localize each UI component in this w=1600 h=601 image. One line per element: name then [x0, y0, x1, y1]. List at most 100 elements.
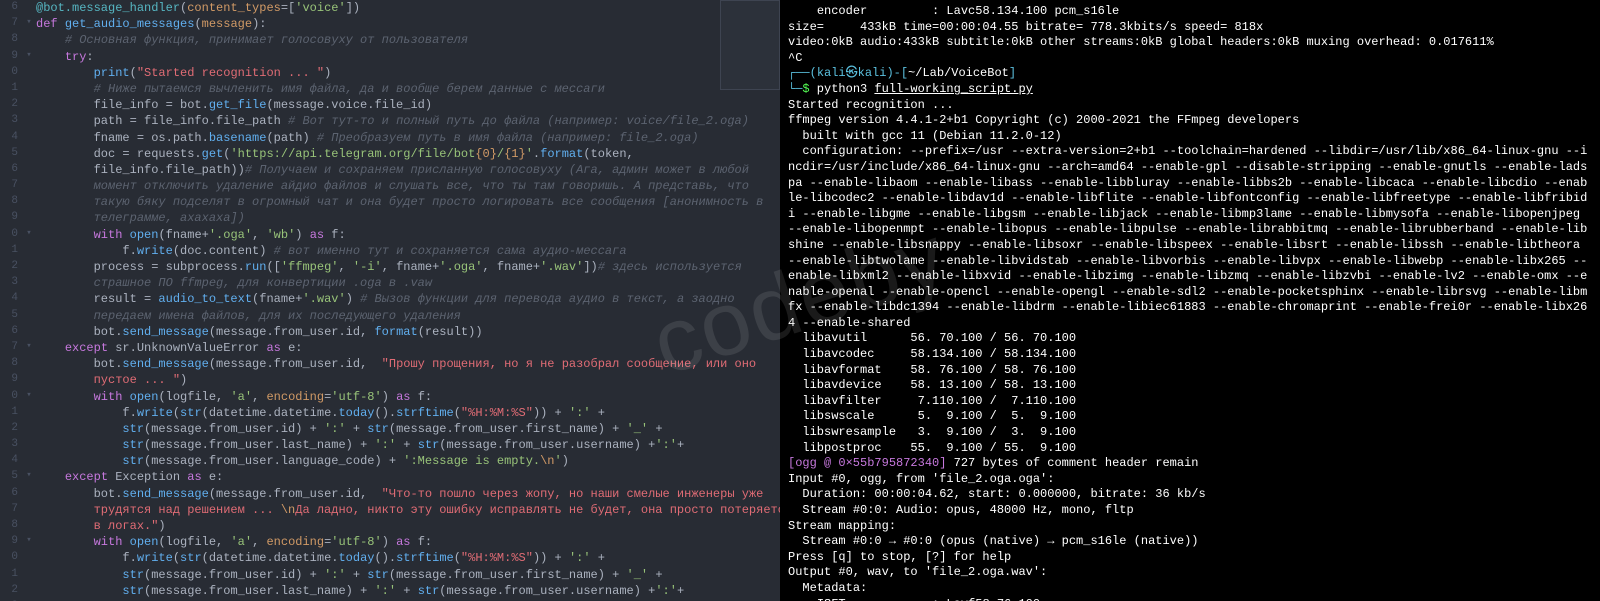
- code-line[interactable]: with open(logfile, 'a', encoding='utf-8'…: [36, 389, 780, 405]
- fold-arrow-icon[interactable]: [22, 518, 36, 534]
- code-line[interactable]: f.write(doc.content) # вот именно тут и …: [36, 243, 780, 259]
- fold-arrow-icon[interactable]: ▾: [22, 469, 36, 485]
- fold-arrow-icon[interactable]: [22, 502, 36, 518]
- fold-arrow-icon[interactable]: [22, 437, 36, 453]
- fold-arrow-icon[interactable]: [22, 130, 36, 146]
- code-line[interactable]: fname = os.path.basename(path) # Преобра…: [36, 130, 780, 146]
- line-number: 4: [0, 453, 18, 469]
- code-line[interactable]: # Ниже пытаемся вычленить имя файла, да …: [36, 81, 780, 97]
- line-number: 4: [0, 291, 18, 307]
- line-number: 6: [0, 162, 18, 178]
- fold-arrow-icon[interactable]: ▾: [22, 340, 36, 356]
- fold-arrow-icon[interactable]: [22, 210, 36, 226]
- line-number: 5: [0, 146, 18, 162]
- code-line[interactable]: print("Started recognition ... "): [36, 65, 780, 81]
- code-line[interactable]: bot.send_message(message.from_user.id, "…: [36, 356, 780, 372]
- code-line[interactable]: with open(logfile, 'a', encoding='utf-8'…: [36, 534, 780, 550]
- code-line[interactable]: страшное ПО ffmpeg, для конвертиции .oga…: [36, 275, 780, 291]
- fold-arrow-icon[interactable]: [22, 194, 36, 210]
- code-line[interactable]: except Exception as e:: [36, 469, 780, 485]
- fold-arrow-icon[interactable]: ▾: [22, 49, 36, 65]
- terminal-line: Stream mapping:: [788, 519, 1592, 535]
- terminal-line: libswscale 5. 9.100 / 5. 9.100: [788, 409, 1592, 425]
- code-line[interactable]: file_info = bot.get_file(message.voice.f…: [36, 97, 780, 113]
- fold-arrow-icon[interactable]: [22, 259, 36, 275]
- fold-arrow-icon[interactable]: [22, 97, 36, 113]
- fold-arrow-icon[interactable]: [22, 243, 36, 259]
- code-line[interactable]: пустое ... "): [36, 372, 780, 388]
- line-number: 3: [0, 113, 18, 129]
- fold-arrow-icon[interactable]: [22, 178, 36, 194]
- code-line[interactable]: # Основная функция, принимает голосовуху…: [36, 32, 780, 48]
- code-editor[interactable]: 6789012345678901234567890123456789012345…: [0, 0, 780, 601]
- code-line[interactable]: такую бяку подселят в огромный чат и она…: [36, 194, 780, 210]
- code-line[interactable]: str(message.from_user.id) + ':' + str(me…: [36, 567, 780, 583]
- fold-arrow-icon[interactable]: [22, 372, 36, 388]
- code-area[interactable]: @bot.message_handler(content_types=['voi…: [36, 0, 780, 601]
- line-number: 1: [0, 243, 18, 259]
- terminal-line: libavformat 58. 76.100 / 58. 76.100: [788, 363, 1592, 379]
- fold-arrow-icon[interactable]: [22, 81, 36, 97]
- fold-arrow-icon[interactable]: [22, 0, 36, 16]
- code-line[interactable]: process = subprocess.run(['ffmpeg', '-i'…: [36, 259, 780, 275]
- code-line[interactable]: трудятся над решением ... \nДа ладно, ни…: [36, 502, 780, 518]
- code-line[interactable]: момент отключить удаление айдио файлов и…: [36, 178, 780, 194]
- fold-arrow-icon[interactable]: [22, 356, 36, 372]
- code-line[interactable]: f.write(str(datetime.datetime.today().st…: [36, 550, 780, 566]
- fold-arrow-icon[interactable]: ▾: [22, 227, 36, 243]
- fold-arrow-icon[interactable]: [22, 291, 36, 307]
- code-line[interactable]: with open(fname+'.oga', 'wb') as f:: [36, 227, 780, 243]
- terminal-line: ffmpeg version 4.4.1-2+b1 Copyright (c) …: [788, 113, 1592, 129]
- fold-arrow-icon[interactable]: [22, 486, 36, 502]
- fold-arrow-icon[interactable]: ▾: [22, 389, 36, 405]
- fold-arrow-icon[interactable]: [22, 567, 36, 583]
- fold-arrow-icon[interactable]: [22, 550, 36, 566]
- code-line[interactable]: телеграмме, ахахаха]): [36, 210, 780, 226]
- code-line[interactable]: bot.send_message(message.from_user.id, f…: [36, 324, 780, 340]
- code-line[interactable]: f.write(str(datetime.datetime.today().st…: [36, 405, 780, 421]
- minimap[interactable]: [720, 0, 780, 90]
- terminal-line: size= 433kB time=00:00:04.55 bitrate= 77…: [788, 20, 1592, 36]
- fold-arrow-icon[interactable]: [22, 65, 36, 81]
- code-line[interactable]: str(message.from_user.last_name) + ':' +…: [36, 437, 780, 453]
- code-line[interactable]: str(message.from_user.id) + ':' + str(me…: [36, 421, 780, 437]
- terminal-line: Duration: 00:00:04.62, start: 0.000000, …: [788, 487, 1592, 503]
- code-line[interactable]: result = audio_to_text(fname+'.wav') # В…: [36, 291, 780, 307]
- fold-arrow-icon[interactable]: [22, 32, 36, 48]
- line-number: 2: [0, 583, 18, 599]
- code-line[interactable]: except sr.UnknownValueError as e:: [36, 340, 780, 356]
- fold-arrow-icon[interactable]: [22, 324, 36, 340]
- fold-arrow-icon[interactable]: [22, 405, 36, 421]
- line-number-gutter: 6789012345678901234567890123456789012345…: [0, 0, 22, 601]
- fold-arrow-icon[interactable]: [22, 146, 36, 162]
- fold-arrow-icon[interactable]: ▾: [22, 534, 36, 550]
- fold-arrow-icon[interactable]: [22, 421, 36, 437]
- code-line[interactable]: @bot.message_handler(content_types=['voi…: [36, 0, 780, 16]
- fold-arrow-icon[interactable]: [22, 583, 36, 599]
- line-number: 8: [0, 32, 18, 48]
- line-number: 9: [0, 534, 18, 550]
- terminal-line: ┌──(kali㉿kali)-[~/Lab/VoiceBot]: [788, 66, 1592, 82]
- code-line[interactable]: str(message.from_user.last_name) + ':' +…: [36, 583, 780, 599]
- code-line[interactable]: def get_audio_messages(message):: [36, 16, 780, 32]
- fold-arrow-icon[interactable]: [22, 275, 36, 291]
- fold-gutter[interactable]: ▾▾▾▾▾▾▾▾: [22, 0, 36, 601]
- line-number: 9: [0, 49, 18, 65]
- fold-arrow-icon[interactable]: ▾: [22, 16, 36, 32]
- code-line[interactable]: path = file_info.file_path # Вот тут-то …: [36, 113, 780, 129]
- fold-arrow-icon[interactable]: [22, 453, 36, 469]
- code-line[interactable]: doc = requests.get('https://api.telegram…: [36, 146, 780, 162]
- code-line[interactable]: в логах."): [36, 518, 780, 534]
- terminal-panel[interactable]: encoder : Lavc58.134.100 pcm_s16lesize= …: [780, 0, 1600, 601]
- line-number: 0: [0, 65, 18, 81]
- code-line[interactable]: bot.send_message(message.from_user.id, "…: [36, 486, 780, 502]
- fold-arrow-icon[interactable]: [22, 308, 36, 324]
- code-line[interactable]: str(message.from_user.language_code) + '…: [36, 453, 780, 469]
- code-line[interactable]: передаем имена файлов, для их последующе…: [36, 308, 780, 324]
- fold-arrow-icon[interactable]: [22, 113, 36, 129]
- code-line[interactable]: try:: [36, 49, 780, 65]
- terminal-command[interactable]: └─$ python3 full-working_script.py: [788, 82, 1592, 98]
- fold-arrow-icon[interactable]: [22, 162, 36, 178]
- line-number: 9: [0, 210, 18, 226]
- code-line[interactable]: file_info.file_path))# Получаем и сохран…: [36, 162, 780, 178]
